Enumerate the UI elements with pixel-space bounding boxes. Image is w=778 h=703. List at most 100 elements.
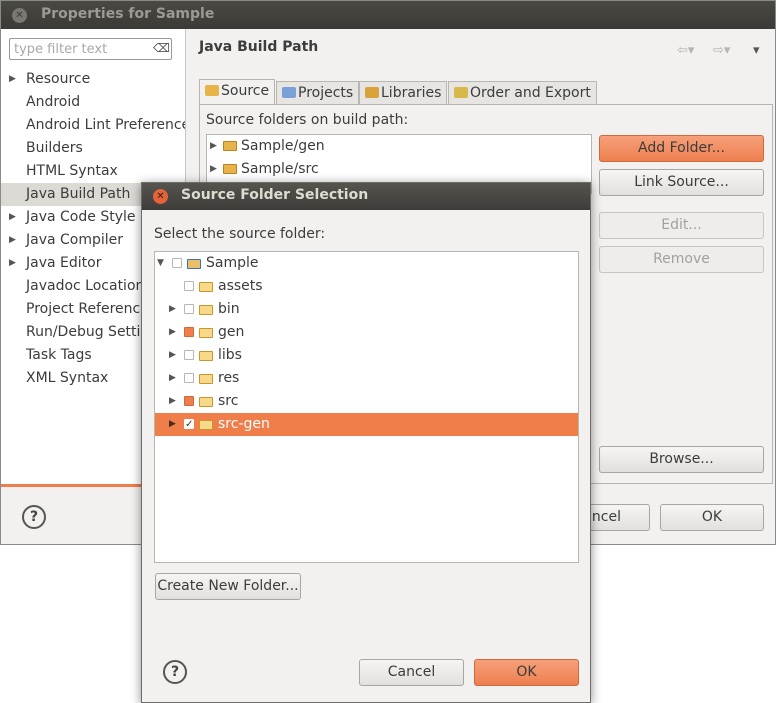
menu-chevron-down-icon[interactable]: ▾ [753, 43, 760, 58]
dialog-ok-button[interactable]: OK [474, 659, 579, 686]
chevron-right-icon[interactable]: ▶ [169, 413, 176, 436]
forward-arrow-icon[interactable]: ⇨▾ [713, 43, 730, 58]
nav-item[interactable]: Android [1, 91, 185, 114]
link-source-button[interactable]: Link Source... [599, 169, 764, 196]
nav-item-label: Task Tags [26, 347, 92, 363]
folder-icon [199, 305, 213, 315]
clear-filter-icon[interactable]: ⌫ [153, 41, 170, 55]
nav-item[interactable]: HTML Syntax [1, 160, 185, 183]
main-window-title: Properties for Sample [41, 6, 215, 22]
project-icon [187, 259, 201, 269]
dialog-help-icon[interactable]: ? [163, 660, 187, 684]
remove-button[interactable]: Remove [599, 246, 764, 273]
folder-tree-row[interactable]: ▶ gen [155, 321, 578, 344]
tab-icon [365, 87, 379, 98]
nav-item-label: Builders [26, 140, 83, 156]
folder-checkbox[interactable] [184, 350, 194, 360]
folder-checkbox[interactable]: ✓ [184, 419, 194, 430]
nav-item-label: XML Syntax [26, 370, 109, 386]
folder-checkbox[interactable] [184, 304, 194, 314]
folder-tree-row[interactable]: ▶ libs [155, 344, 578, 367]
nav-item-label: Android Lint Preferences [26, 117, 185, 133]
edit-button[interactable]: Edit... [599, 212, 764, 239]
nav-item-label: Java Compiler [26, 232, 124, 248]
folder-tree-row[interactable]: ▶ bin [155, 298, 578, 321]
folder-icon [199, 282, 213, 292]
chevron-right-icon[interactable]: ▶ [169, 321, 176, 344]
folder-icon [199, 374, 213, 384]
chevron-right-icon[interactable]: ▶ [169, 367, 176, 390]
nav-item[interactable]: Builders [1, 137, 185, 160]
chevron-right-icon[interactable]: ▶ [9, 252, 16, 275]
folder-icon [199, 351, 213, 361]
folder-tree-label: Sample [206, 255, 259, 271]
create-new-folder-button[interactable]: Create New Folder... [155, 573, 301, 600]
folder-tree-row[interactable]: ▶ src [155, 390, 578, 413]
chevron-right-icon[interactable]: ▶ [169, 298, 176, 321]
chevron-down-icon[interactable]: ▼ [157, 252, 164, 275]
tab-order-and-export[interactable]: Order and Export [448, 81, 597, 104]
folder-checkbox[interactable] [172, 258, 182, 268]
back-arrow-icon[interactable]: ⇦▾ [677, 43, 694, 58]
folder-tree-label: bin [218, 301, 240, 317]
nav-item[interactable]: Android Lint Preferences [1, 114, 185, 137]
chevron-right-icon[interactable]: ▶ [9, 229, 16, 252]
folder-tree-row[interactable]: assets [155, 275, 578, 298]
main-close-icon[interactable]: ✕ [12, 8, 27, 23]
help-icon[interactable]: ? [22, 505, 46, 529]
tab-source[interactable]: Source [199, 79, 276, 104]
chevron-right-icon[interactable]: ▶ [210, 158, 217, 181]
chevron-right-icon[interactable]: ▶ [9, 68, 16, 91]
tab-icon [282, 87, 296, 98]
nav-item-label: Javadoc Location [26, 278, 145, 294]
folder-icon [199, 420, 213, 430]
filter-input[interactable] [9, 38, 172, 60]
source-folder-dialog: ✕ Source Folder Selection Select the sou… [141, 182, 591, 703]
chevron-right-icon[interactable]: ▶ [169, 344, 176, 367]
tab-projects[interactable]: Projects [276, 81, 360, 104]
source-folder-label: Sample/src [241, 161, 319, 177]
nav-item-label: Android [26, 94, 81, 110]
nav-item-label: Java Editor [26, 255, 102, 271]
folder-tree-label: src [218, 393, 239, 409]
folder-checkbox[interactable] [184, 281, 194, 291]
nav-item[interactable]: ▶ Resource [1, 68, 185, 91]
main-titlebar[interactable]: ✕ Properties for Sample [1, 1, 775, 29]
source-folders-label: Source folders on build path: [206, 112, 409, 128]
dialog-titlebar[interactable]: ✕ Source Folder Selection [142, 183, 590, 210]
main-ok-button[interactable]: OK [660, 504, 764, 531]
tab-icon [205, 85, 219, 96]
dialog-title: Source Folder Selection [181, 187, 369, 203]
folder-checkbox[interactable] [184, 373, 194, 383]
folder-tree-label: gen [218, 324, 245, 340]
dialog-close-icon[interactable]: ✕ [153, 189, 168, 204]
source-folder-icon [223, 164, 237, 174]
tab-label: Order and Export [470, 85, 591, 101]
folder-tree-row[interactable]: ▶ res [155, 367, 578, 390]
add-folder-button[interactable]: Add Folder... [599, 135, 764, 162]
chevron-right-icon[interactable]: ▶ [169, 390, 176, 413]
folder-checkbox[interactable] [184, 396, 194, 406]
nav-item-label: Java Code Style [26, 209, 136, 225]
tab-icon [454, 87, 468, 98]
tab-label: Projects [298, 85, 354, 101]
source-folder-row[interactable]: ▶ Sample/src [207, 158, 591, 181]
nav-item-label: Project References [26, 301, 157, 317]
folder-checkbox[interactable] [184, 327, 194, 337]
dialog-cancel-button[interactable]: Cancel [359, 659, 464, 686]
dialog-instruction-label: Select the source folder: [154, 226, 326, 242]
tab-libraries[interactable]: Libraries [359, 81, 448, 104]
nav-item-label: HTML Syntax [26, 163, 118, 179]
folder-tree-row[interactable]: ▼ Sample [155, 252, 578, 275]
chevron-right-icon[interactable]: ▶ [9, 206, 16, 229]
source-folder-row[interactable]: ▶ Sample/gen [207, 135, 591, 158]
browse-button[interactable]: Browse... [599, 446, 764, 473]
folder-tree-label: assets [218, 278, 263, 294]
folder-icon [199, 397, 213, 407]
chevron-right-icon[interactable]: ▶ [210, 135, 217, 158]
folder-tree-row[interactable]: ▶ ✓ src-gen [155, 413, 578, 436]
source-folder-icon [223, 141, 237, 151]
folder-tree-label: src-gen [218, 416, 270, 432]
nav-item-label: Java Build Path [26, 186, 131, 202]
folder-selection-tree[interactable]: ▼ Sample assets ▶ bin ▶ gen ▶ libs ▶ res ▶ src ▶ ✓ src-… [154, 251, 579, 563]
